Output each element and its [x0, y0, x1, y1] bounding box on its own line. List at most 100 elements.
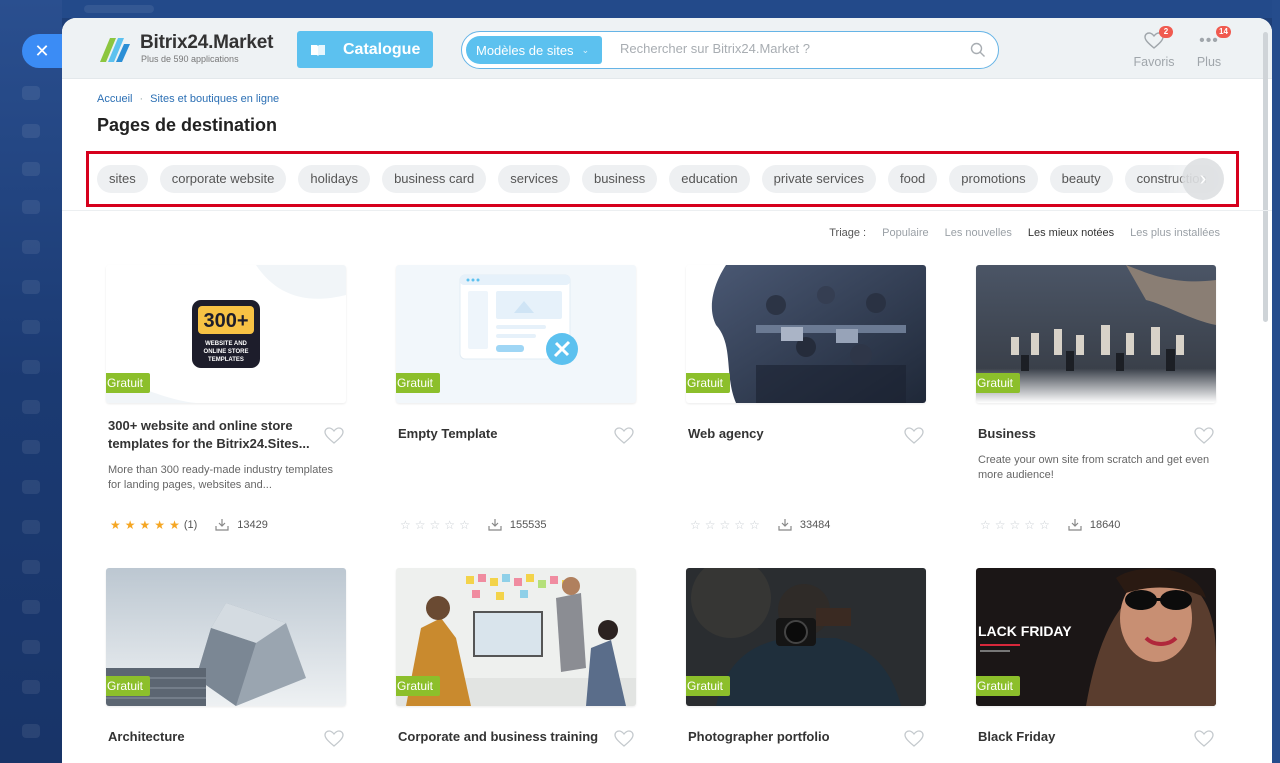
card-meta: ★ ★ ★ ★ ★ (1) 13429 [110, 519, 268, 531]
free-badge: Gratuit [686, 373, 731, 393]
app-card[interactable]: Gratuit Empty Template ☆ ☆ ☆ ☆ ☆ 155535 [396, 265, 636, 531]
sort-popular[interactable]: Populaire [882, 227, 928, 239]
tag-business[interactable]: business [581, 165, 658, 193]
heart-icon[interactable] [1194, 427, 1214, 445]
logo-subtitle: Plus de 590 applications [141, 54, 239, 64]
bitrix-logo-icon[interactable] [98, 36, 130, 64]
free-badge: Gratuit [976, 373, 1021, 393]
card-meta: ☆ ☆ ☆ ☆ ☆ 33484 [690, 518, 831, 532]
favorites-label: Favoris [1133, 55, 1175, 69]
download-icon [1068, 519, 1082, 531]
free-badge: Gratuit [396, 676, 441, 696]
app-card[interactable]: LACK FRIDAY Gratuit Black Friday [976, 568, 1216, 748]
tag-private-services[interactable]: private services [761, 165, 876, 193]
star-icon: ★ [124, 518, 136, 532]
background-edge [1272, 0, 1280, 763]
tag-filter-bar: sites corporate website holidays busines… [86, 151, 1239, 207]
page-title: Pages de destination [97, 115, 278, 135]
heart-icon[interactable] [614, 730, 634, 748]
card-title[interactable]: Photographer portfolio [688, 728, 898, 746]
card-title[interactable]: Business [978, 425, 1188, 443]
background-sidebar [0, 0, 62, 763]
card-meta: ☆ ☆ ☆ ☆ ☆ 18640 [980, 518, 1121, 532]
app-card[interactable]: Gratuit Photographer portfolio [686, 568, 926, 748]
sort-most-installed[interactable]: Les plus installées [1130, 227, 1220, 239]
tag-sites[interactable]: sites [97, 165, 148, 193]
star-icon: ★ [169, 518, 180, 532]
card-title[interactable]: Empty Template [398, 425, 608, 443]
star-icon: ★ [139, 518, 151, 532]
free-badge: Gratuit [106, 373, 151, 393]
search-input[interactable] [620, 41, 960, 56]
heart-icon[interactable] [324, 427, 344, 445]
download-icon [215, 519, 229, 531]
app-card[interactable]: Gratuit Corporate and business training [396, 568, 636, 748]
card-title[interactable]: Corporate and business training [398, 728, 608, 746]
card-title[interactable]: Web agency [688, 425, 898, 443]
card-title[interactable]: 300+ website and online store templates … [108, 417, 318, 453]
app-card[interactable]: Gratuit Web agency ☆ ☆ ☆ ☆ ☆ 33484 [686, 265, 926, 531]
search-scope-select[interactable]: Modèles de sites ⌄ [466, 36, 602, 64]
install-count: 13429 [237, 519, 268, 531]
card-title[interactable]: Architecture [108, 728, 318, 746]
sort-bar: Triage : Populaire Les nouvelles Les mie… [829, 227, 1220, 239]
more-button[interactable]: ••• 14 Plus [1179, 26, 1239, 69]
app-card[interactable]: Gratuit Architecture [106, 568, 346, 748]
logo-title[interactable]: Bitrix24.Market [140, 32, 273, 54]
favorites-button[interactable]: 2 Favoris [1124, 26, 1184, 69]
breadcrumb-sites[interactable]: Sites et boutiques en ligne [150, 93, 279, 105]
tag-education[interactable]: education [669, 165, 750, 193]
tags-scroll-right-button[interactable]: › [1182, 158, 1224, 200]
chevron-down-icon: ⌄ [581, 44, 590, 55]
heart-icon[interactable] [904, 427, 924, 445]
breadcrumb: Accueil · Sites et boutiques en ligne [97, 93, 279, 105]
tag-corporate-website[interactable]: corporate website [159, 165, 287, 193]
breadcrumb-separator: · [139, 93, 144, 105]
close-slider-button[interactable]: ✕ [22, 34, 62, 68]
sort-newest[interactable]: Les nouvelles [945, 227, 1012, 239]
card-title[interactable]: Black Friday [978, 728, 1188, 746]
free-badge: Gratuit [976, 676, 1021, 696]
tag-promotions[interactable]: promotions [949, 165, 1038, 193]
tag-business-card[interactable]: business card [382, 165, 487, 193]
card-image[interactable]: LACK FRIDAY Gratuit [976, 568, 1216, 706]
tag-beauty[interactable]: beauty [1049, 165, 1113, 193]
card-image[interactable]: Gratuit [396, 568, 636, 706]
tag-food[interactable]: food [887, 165, 938, 193]
card-image[interactable]: Gratuit [686, 265, 926, 403]
card-image[interactable]: Gratuit [686, 568, 926, 706]
star-icon: ★ [154, 518, 166, 532]
card-image[interactable]: Gratuit [976, 265, 1216, 403]
heart-icon[interactable] [904, 730, 924, 748]
svg-text:WEBSITE AND: WEBSITE AND [205, 341, 247, 347]
tag-holidays[interactable]: holidays [298, 165, 371, 193]
search-bar: Modèles de sites ⌄ [461, 31, 999, 69]
card-image[interactable]: Gratuit [396, 265, 636, 403]
card-description: More than 300 ready-made industry templa… [108, 464, 334, 491]
book-icon [311, 44, 325, 56]
close-icon: ✕ [34, 40, 50, 61]
more-label: Plus [1196, 55, 1222, 69]
background-topbar [62, 0, 1280, 18]
scrollbar[interactable] [1263, 32, 1268, 322]
free-badge: Gratuit [396, 373, 441, 393]
app-card[interactable]: 300+ WEBSITE AND ONLINE STORE TEMPLATES … [106, 265, 346, 531]
app-card[interactable]: Gratuit Business Create your own site fr… [976, 265, 1216, 531]
svg-text:ONLINE STORE: ONLINE STORE [204, 349, 249, 355]
chevron-right-icon: › [1199, 167, 1207, 190]
heart-icon[interactable] [614, 427, 634, 445]
heart-icon[interactable] [324, 730, 344, 748]
header-divider [62, 210, 1272, 211]
heart-icon[interactable] [1194, 730, 1214, 748]
sort-label: Triage : [829, 227, 867, 239]
logo-big-text: 300+ [203, 310, 248, 332]
search-icon[interactable] [970, 42, 986, 58]
download-icon [488, 519, 502, 531]
sort-top-rated[interactable]: Les mieux notées [1028, 227, 1114, 239]
tag-services[interactable]: services [498, 165, 570, 193]
card-image[interactable]: Gratuit [106, 568, 346, 706]
breadcrumb-home[interactable]: Accueil [97, 93, 132, 105]
star-icon: ★ [110, 518, 121, 532]
catalogue-button[interactable]: Catalogue [297, 31, 433, 68]
card-image[interactable]: 300+ WEBSITE AND ONLINE STORE TEMPLATES … [106, 265, 346, 403]
